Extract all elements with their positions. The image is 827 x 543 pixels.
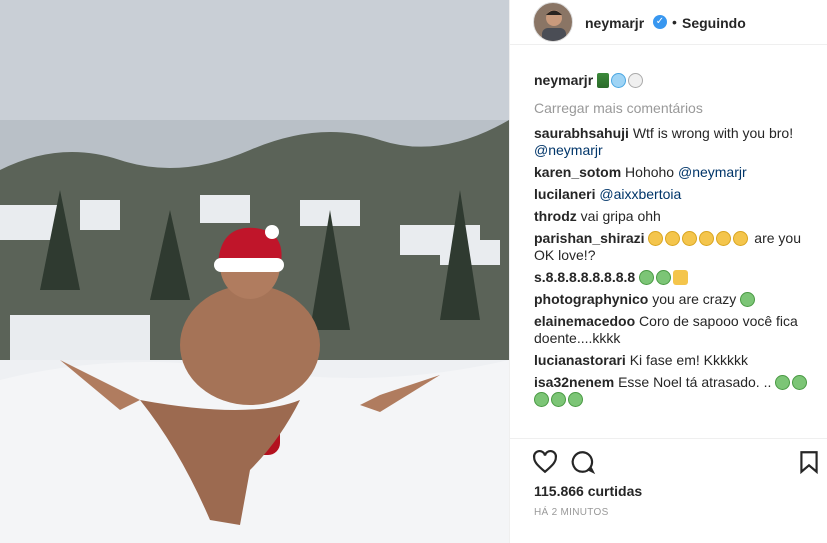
snow-scene-image: [0, 0, 509, 543]
comment-username[interactable]: lucilaneri: [534, 186, 595, 202]
comment-username[interactable]: s.8.8.8.8.8.8.8.8: [534, 269, 635, 285]
comment: s.8.8.8.8.8.8.8.8: [534, 269, 819, 286]
comment-text: Wtf is wrong with you bro!: [632, 125, 794, 141]
heart-icon[interactable]: [532, 449, 558, 475]
caption-username[interactable]: neymarjr: [534, 72, 593, 88]
comment: photographynico you are crazy: [534, 291, 819, 308]
neutral-face-icon: [682, 231, 698, 246]
caption: neymarjr: [534, 72, 819, 94]
verified-badge-icon: ✓: [653, 15, 667, 29]
grinning-face-icon: [534, 392, 549, 407]
snowman-icon: [628, 73, 644, 88]
comment-username[interactable]: photographynico: [534, 291, 648, 307]
post-photo[interactable]: [0, 0, 509, 543]
comment: lucilaneri @aixxbertoia: [534, 186, 819, 203]
snowflake-icon: [611, 73, 627, 88]
load-more-comments-link[interactable]: Carregar mais comentários: [534, 100, 819, 117]
comment: karen_sotom Hohoho @neymarjr: [534, 164, 819, 181]
comment-username[interactable]: throdz: [534, 208, 577, 224]
comment: elainemacedoo Coro de sapooo você fica d…: [534, 313, 819, 347]
comment-icon[interactable]: [570, 449, 596, 475]
following-button[interactable]: Seguindo: [682, 15, 746, 31]
grinning-face-icon: [551, 392, 566, 407]
neutral-face-icon: [733, 231, 749, 246]
thumbs-up-icon: [673, 270, 689, 285]
instagram-post: neymarjr ✓ • Seguindo neymarjr Carregar …: [0, 0, 827, 543]
comment-username[interactable]: saurabhsahuji: [534, 125, 629, 141]
comment: saurabhsahuji Wtf is wrong with you bro!…: [534, 125, 819, 159]
grinning-face-icon: [775, 375, 791, 390]
comment-mention[interactable]: @aixxbertoia: [599, 186, 681, 202]
comment-mention[interactable]: @neymarjr: [534, 142, 603, 158]
grinning-face-icon: [568, 392, 583, 407]
comment-username[interactable]: karen_sotom: [534, 164, 621, 180]
neutral-face-icon: [716, 231, 732, 246]
grinning-face-icon: [656, 270, 672, 285]
grinning-face-icon: [740, 292, 756, 307]
post-actions: 115.866 curtidas HÁ 2 MINUTOS: [510, 438, 827, 543]
post-sidebar: neymarjr ✓ • Seguindo neymarjr Carregar …: [509, 0, 827, 543]
comment-username[interactable]: lucianastorari: [534, 352, 626, 368]
grinning-face-icon: [639, 270, 655, 285]
bookmark-icon[interactable]: [796, 449, 822, 475]
likes-count[interactable]: 115.866 curtidas: [534, 483, 642, 499]
comment-username[interactable]: elainemacedoo: [534, 313, 635, 329]
comment: lucianastorari Ki fase em! Kkkkkk: [534, 352, 819, 369]
neutral-face-icon: [648, 231, 664, 246]
avatar[interactable]: [533, 2, 573, 42]
comment: isa32nenem Esse Noel tá atrasado. ..: [534, 374, 819, 408]
comment-username[interactable]: parishan_shirazi: [534, 230, 645, 246]
comment-text: Hohoho: [625, 164, 675, 180]
comment-mention[interactable]: @neymarjr: [678, 164, 747, 180]
neutral-face-icon: [665, 231, 681, 246]
header-username[interactable]: neymarjr: [585, 15, 644, 31]
header-divider: [510, 44, 827, 45]
comments-list: neymarjr Carregar mais comentários saura…: [534, 72, 819, 413]
comment-text: Esse Noel tá atrasado. ..: [618, 374, 772, 390]
christmas-tree-icon: [597, 73, 610, 88]
comment-text: vai gripa ohh: [580, 208, 661, 224]
grinning-face-icon: [792, 375, 808, 390]
separator-dot: •: [672, 14, 677, 30]
neutral-face-icon: [699, 231, 715, 246]
comment: parishan_shirazi are you OK love!?: [534, 230, 819, 264]
comment-username[interactable]: isa32nenem: [534, 374, 614, 390]
comment: throdz vai gripa ohh: [534, 208, 819, 225]
timestamp[interactable]: HÁ 2 MINUTOS: [534, 507, 609, 518]
comment-text: you are crazy: [652, 291, 737, 307]
comment-text: Ki fase em! Kkkkkk: [629, 352, 748, 368]
